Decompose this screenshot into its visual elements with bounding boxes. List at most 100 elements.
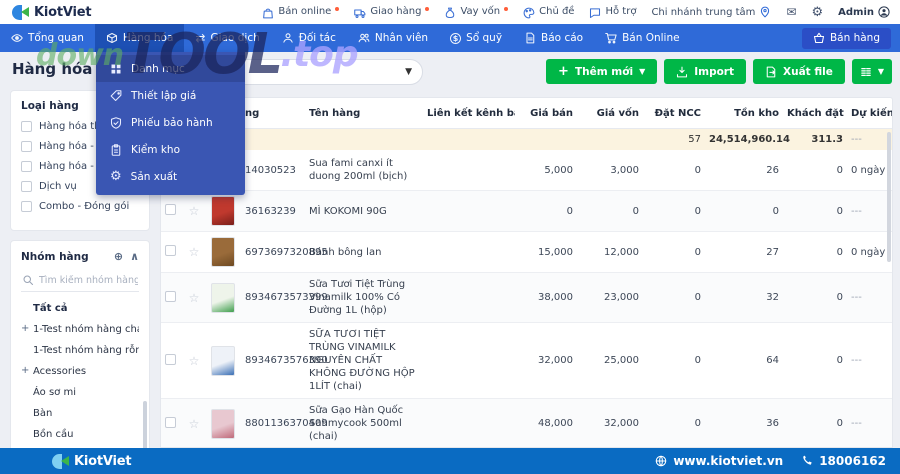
add-group-icon[interactable]: ⊕ <box>114 250 123 263</box>
menu-item-ki-m-kho[interactable]: Kiểm kho <box>96 136 245 163</box>
user-menu[interactable]: Admin <box>838 6 890 18</box>
branch-selector[interactable]: Chi nhánh trung tâm <box>651 6 771 18</box>
stockout-forecast: --- <box>847 201 892 222</box>
checkbox[interactable] <box>21 121 32 132</box>
menu-item-danh-m-c[interactable]: Danh mục <box>96 55 245 82</box>
caret-down-icon: ▼ <box>639 67 645 76</box>
expand-icon[interactable]: + <box>21 365 29 376</box>
col-channel[interactable]: Liên kết kênh bán <box>423 100 515 127</box>
group-item-acessories[interactable]: +Acessories <box>21 361 139 382</box>
main-nav: Tổng quanHàng hóa⇄Giao dịchĐối tácNhân v… <box>0 24 900 52</box>
col-price[interactable]: Giá bán <box>515 100 577 127</box>
table-row[interactable]: ☆8934673573399Sữa Tươi Tiệt Trùng Vinami… <box>161 273 892 323</box>
checkbox[interactable] <box>21 161 32 172</box>
dollar-icon: $ <box>450 33 461 44</box>
gear-icon[interactable]: ⚙ <box>811 6 823 19</box>
col-ordered[interactable]: Khách đặt <box>783 100 847 127</box>
nav-item-b-o-c-o[interactable]: Báo cáo <box>513 24 594 52</box>
globe-icon <box>655 455 667 467</box>
row-checkbox[interactable] <box>165 204 176 215</box>
expand-icon[interactable]: + <box>21 323 29 334</box>
table-row[interactable]: ☆8801136370409Sữa Gạo Hàn Quốc Sahmycook… <box>161 399 892 448</box>
checkbox[interactable] <box>21 181 32 192</box>
giao-h-ng-icon <box>354 7 366 19</box>
nav-item-t-ng-quan[interactable]: Tổng quan <box>0 24 95 52</box>
sidebar-scrollbar[interactable] <box>143 401 147 448</box>
nav-item-s-qu[interactable]: $Sổ quỹ <box>439 24 513 52</box>
favorite-star-icon[interactable]: ☆ <box>181 199 207 223</box>
table-scrollbar[interactable] <box>887 132 891 262</box>
col-cost[interactable]: Giá vốn <box>577 100 643 127</box>
group-item-o-s-mi[interactable]: Áo sơ mi <box>21 382 139 403</box>
columns-button[interactable]: ▼ <box>852 59 892 84</box>
product-thumbnail <box>211 409 235 439</box>
checkbox[interactable] <box>21 201 32 212</box>
group-item-t-t-c[interactable]: Tất cả <box>21 298 139 319</box>
export-icon <box>765 66 777 78</box>
mail-icon[interactable]: ✉ <box>786 6 796 18</box>
nav-item-b-n-online[interactable]: Bán Online <box>594 24 691 52</box>
footer-logo-text: KiotViet <box>74 454 131 469</box>
summary-stock: 24,514,960.14 <box>705 129 783 150</box>
group-item-b-n-c-u[interactable]: Bồn cầu <box>21 424 139 445</box>
nav-item-giao-d-ch[interactable]: ⇄Giao dịch <box>184 24 270 52</box>
sell-button[interactable]: Bán hàng <box>802 28 891 49</box>
add-new-button[interactable]: + Thêm mới ▼ <box>546 59 657 84</box>
checkbox[interactable] <box>21 141 32 152</box>
group-item-1-test-nh-m-h-ng-cha[interactable]: +1-Test nhóm hàng cha <box>21 319 139 340</box>
row-checkbox[interactable] <box>165 354 176 365</box>
favorite-star-icon[interactable]: ☆ <box>181 349 207 373</box>
nav-item-nh-n-vi-n[interactable]: Nhân viên <box>347 24 439 52</box>
group-item-1-test-nh-m-h-ng-r-ng[interactable]: 1-Test nhóm hàng rỗng <box>21 340 139 361</box>
group-search-input[interactable] <box>39 275 138 286</box>
nav-item-h-ng-h-a[interactable]: Hàng hóa <box>95 24 185 52</box>
export-button[interactable]: Xuất file <box>753 59 845 84</box>
col-due[interactable]: Dự kiến hết hàng <box>847 100 892 127</box>
row-checkbox[interactable] <box>165 245 176 256</box>
ch-icon <box>523 7 535 19</box>
product-code: 8801136370409 <box>241 413 305 434</box>
import-button[interactable]: Import <box>664 59 746 84</box>
table-row[interactable]: ☆14030523Sua fami canxi ít duong 200ml (… <box>161 150 892 191</box>
favorite-star-icon[interactable]: ☆ <box>181 412 207 436</box>
logo-text: KiotViet <box>34 5 91 20</box>
table-row[interactable]: ☆6973697320895Bánh bông lan15,00012,0000… <box>161 232 892 273</box>
row-checkbox[interactable] <box>165 417 176 428</box>
menu-item-phi-u-b-o-h-nh[interactable]: Phiếu bảo hành <box>96 109 245 136</box>
stock: 26 <box>705 160 783 181</box>
menu-item-s-n-xu-t[interactable]: ⚙Sản xuất <box>96 163 245 190</box>
customer-order: 0 <box>783 350 847 371</box>
product-thumbnail <box>211 196 235 226</box>
topbar-item-ch[interactable]: Chủ đề <box>523 6 574 19</box>
cost: 25,000 <box>577 350 643 371</box>
col-name[interactable]: Tên hàng <box>305 100 423 127</box>
kiotviet-logo-icon <box>52 454 69 469</box>
supplier-order: 0 <box>643 242 705 263</box>
table-row[interactable]: ☆36163239MÌ KOKOMI 90G00000--- <box>161 191 892 232</box>
branch-label: Chi nhánh trung tâm <box>651 7 755 18</box>
product-name: Sua fami canxi ít duong 200ml (bịch) <box>305 152 423 188</box>
menu-item-thi-t-l-p-gi[interactable]: Thiết lập giá <box>96 82 245 109</box>
nav-item-i-t-c[interactable]: Đối tác <box>271 24 347 52</box>
footer-website[interactable]: www.kiotviet.vn <box>655 454 783 468</box>
page-title: Hàng hóa <box>12 60 92 78</box>
search-caret-icon[interactable]: ▼ <box>405 67 412 77</box>
summary-ncc: 57 <box>643 129 705 150</box>
group-item-b-n[interactable]: Bàn <box>21 403 139 424</box>
favorite-star-icon[interactable]: ☆ <box>181 240 207 264</box>
footer-phone[interactable]: 18006162 <box>801 454 886 468</box>
topbar-item-giao-h-ng[interactable]: Giao hàng <box>354 6 429 19</box>
row-checkbox[interactable] <box>165 291 176 302</box>
b-n-online-icon <box>262 7 274 19</box>
table-row[interactable]: ☆8934673576390SỮA TƯƠI TIỆT TRÙNG VINAMI… <box>161 323 892 399</box>
product-name: MÌ KOKOMI 90G <box>305 200 423 223</box>
group-search[interactable] <box>21 271 139 292</box>
topbar-item-vay-v-n[interactable]: Vay vốn <box>444 6 508 19</box>
topbar-item-b-n-online[interactable]: Bán online <box>262 6 339 19</box>
topbar-item-h-tr[interactable]: Hỗ trợ <box>589 6 636 19</box>
col-ncc[interactable]: Đặt NCC <box>643 100 705 127</box>
col-stock[interactable]: Tồn kho <box>705 100 783 127</box>
favorite-star-icon[interactable]: ☆ <box>181 286 207 310</box>
type-filter-combo-ng-g-i[interactable]: Combo - Đóng gói <box>21 201 139 212</box>
collapse-icon[interactable]: ∧ <box>130 250 139 263</box>
